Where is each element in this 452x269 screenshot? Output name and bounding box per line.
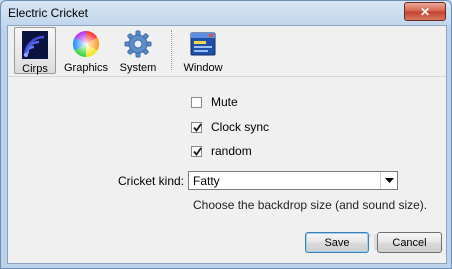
- toolbar-separator: [171, 30, 173, 70]
- mute-checkbox[interactable]: [191, 96, 202, 108]
- random-label: random: [211, 144, 252, 158]
- tab-window-label: Window: [183, 62, 223, 74]
- clock-sync-label: Clock sync: [211, 120, 270, 134]
- close-icon: ✕: [419, 4, 431, 19]
- tab-graphics-label: Graphics: [63, 62, 109, 74]
- checkmark-icon: [193, 146, 202, 156]
- cricket-kind-value: Fatty: [193, 174, 220, 188]
- tab-system-label: System: [119, 62, 157, 74]
- tab-cirps-label: Cirps: [22, 63, 48, 75]
- hint-text: Choose the backdrop size (and sound size…: [193, 198, 428, 212]
- tab-window[interactable]: Window: [178, 27, 228, 74]
- checkmark-icon: [193, 122, 202, 132]
- clock-sync-checkbox[interactable]: [191, 121, 202, 133]
- color-wheel-icon: [72, 30, 100, 58]
- window-title: Electric Cricket: [8, 6, 89, 20]
- cancel-button[interactable]: Cancel: [377, 232, 442, 253]
- close-button[interactable]: ✕: [404, 2, 446, 21]
- cricket-kind-select[interactable]: Fatty: [188, 171, 398, 190]
- gear-icon: [124, 30, 152, 58]
- mute-option[interactable]: Mute: [191, 94, 238, 110]
- random-checkbox[interactable]: [191, 145, 202, 157]
- cricket-kind-label: Cricket kind:: [118, 174, 185, 188]
- mute-label: Mute: [211, 95, 238, 109]
- client-area: Cirps Graphics System Window Mute Clock …: [7, 25, 447, 264]
- tab-system[interactable]: System: [114, 27, 162, 74]
- save-button[interactable]: Save: [305, 232, 369, 253]
- app-window: Electric Cricket ✕ Cirps Graphics System…: [0, 0, 452, 269]
- toolbar: Cirps Graphics System Window: [8, 26, 446, 77]
- tab-graphics[interactable]: Graphics: [61, 27, 111, 74]
- clock-sync-option[interactable]: Clock sync: [191, 119, 269, 135]
- random-option[interactable]: random: [191, 143, 252, 159]
- wifi-waves-icon: [22, 31, 48, 59]
- window-icon: [190, 32, 216, 56]
- title-bar[interactable]: Electric Cricket ✕: [1, 1, 451, 25]
- tab-cirps[interactable]: Cirps: [14, 27, 56, 75]
- chevron-down-icon[interactable]: [380, 172, 397, 189]
